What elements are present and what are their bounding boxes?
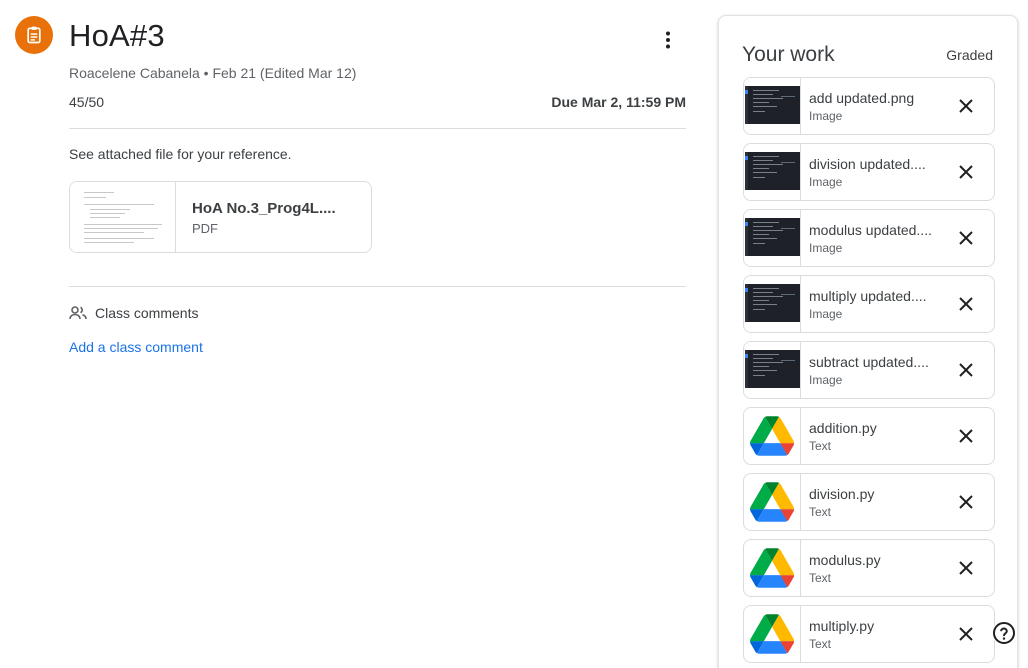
assignment-title: HoA#3 <box>69 18 165 53</box>
class-comments-heading: Class comments <box>95 305 199 321</box>
file-type: Image <box>809 241 843 255</box>
attachment-name: HoA No.3_Prog4L.... <box>192 200 336 217</box>
submitted-file-item[interactable]: modulus updated.... Image <box>743 209 995 267</box>
submitted-file-item[interactable]: add updated.png Image <box>743 77 995 135</box>
close-icon <box>959 627 973 641</box>
file-type: Image <box>809 307 843 321</box>
attachment-card[interactable]: HoA No.3_Prog4L.... PDF <box>69 181 372 253</box>
drive-thumbnail <box>744 540 801 596</box>
remove-file-button[interactable] <box>956 360 976 380</box>
close-icon <box>959 231 973 245</box>
image-thumbnail <box>744 144 801 200</box>
people-icon <box>69 306 87 320</box>
remove-file-button[interactable] <box>956 624 976 644</box>
your-work-title: Your work <box>742 43 835 66</box>
file-type: Text <box>809 439 832 453</box>
close-icon <box>959 363 973 377</box>
google-drive-icon <box>750 416 794 456</box>
close-icon <box>959 429 973 443</box>
file-name: multiply.py <box>809 618 875 634</box>
drive-thumbnail <box>744 606 801 662</box>
remove-file-button[interactable] <box>956 426 976 446</box>
close-icon <box>959 165 973 179</box>
file-name: modulus updated.... <box>809 222 932 238</box>
due-date: Due Mar 2, 11:59 PM <box>551 94 686 110</box>
submitted-file-item[interactable]: multiply updated.... Image <box>743 275 995 333</box>
submitted-file-item[interactable]: division updated.... Image <box>743 143 995 201</box>
remove-file-button[interactable] <box>956 162 976 182</box>
remove-file-button[interactable] <box>956 96 976 116</box>
file-type: Image <box>809 109 843 123</box>
assignment-description: See attached file for your reference. <box>69 146 292 162</box>
file-name: multiply updated.... <box>809 288 927 304</box>
close-icon <box>959 99 973 113</box>
submitted-file-item[interactable]: multiply.py Text <box>743 605 995 663</box>
remove-file-button[interactable] <box>956 492 976 512</box>
submitted-file-item[interactable]: modulus.py Text <box>743 539 995 597</box>
image-thumbnail <box>744 276 801 332</box>
points-score: 45/50 <box>69 94 105 110</box>
google-drive-icon <box>750 614 794 654</box>
help-icon <box>993 622 1015 644</box>
close-icon <box>959 297 973 311</box>
posted-date: Feb 21 (Edited Mar 12) <box>212 65 357 81</box>
remove-file-button[interactable] <box>956 558 976 578</box>
image-thumbnail <box>744 210 801 266</box>
assignment-icon <box>15 16 53 54</box>
file-type: Text <box>809 571 832 585</box>
remove-file-button[interactable] <box>956 294 976 314</box>
class-comments-header: Class comments <box>69 305 198 321</box>
google-drive-icon <box>750 548 794 588</box>
more-vert-icon <box>666 31 670 49</box>
file-name: add updated.png <box>809 90 915 106</box>
file-name: division updated.... <box>809 156 926 172</box>
comments-divider <box>69 286 686 287</box>
assignment-meta: Roacelene Cabanela • Feb 21 (Edited Mar … <box>69 65 357 81</box>
image-thumbnail <box>744 342 801 398</box>
drive-thumbnail <box>744 474 801 530</box>
drive-thumbnail <box>744 408 801 464</box>
image-thumbnail <box>744 78 801 134</box>
author-name: Roacelene Cabanela <box>69 65 200 81</box>
file-type: Image <box>809 175 843 189</box>
file-type: Image <box>809 373 843 387</box>
help-button[interactable] <box>992 621 1016 645</box>
add-class-comment-link[interactable]: Add a class comment <box>69 339 203 355</box>
submitted-file-item[interactable]: subtract updated.... Image <box>743 341 995 399</box>
google-drive-icon <box>750 482 794 522</box>
remove-file-button[interactable] <box>956 228 976 248</box>
more-options-button[interactable] <box>654 26 682 54</box>
file-name: subtract updated.... <box>809 354 929 370</box>
work-status: Graded <box>946 47 993 63</box>
file-name: division.py <box>809 486 875 502</box>
attachment-type: PDF <box>192 221 218 236</box>
file-type: Text <box>809 637 832 651</box>
pdf-thumbnail <box>70 182 176 252</box>
file-type: Text <box>809 505 832 519</box>
submitted-file-item[interactable]: division.py Text <box>743 473 995 531</box>
your-work-panel: Your work Graded add updated.png Image div… <box>718 15 1018 668</box>
file-name: modulus.py <box>809 552 881 568</box>
header-divider <box>69 128 686 129</box>
file-name: addition.py <box>809 420 877 436</box>
submitted-file-item[interactable]: addition.py Text <box>743 407 995 465</box>
close-icon <box>959 561 973 575</box>
close-icon <box>959 495 973 509</box>
